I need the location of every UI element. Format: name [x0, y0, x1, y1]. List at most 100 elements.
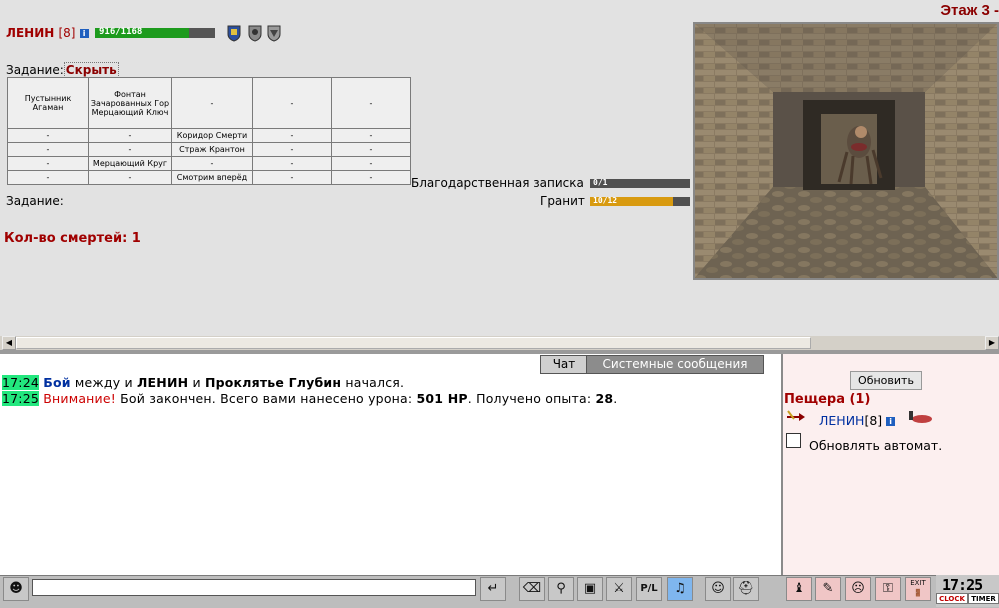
message-text: . Получено опыта: — [467, 391, 596, 406]
scroll-right-icon[interactable]: ▶ — [985, 336, 999, 350]
player-level: [8] — [58, 26, 76, 40]
table-cell: - — [331, 170, 411, 185]
table-cell: - — [331, 142, 411, 157]
clock-widget: 17:25 CLOCK TIMER — [936, 575, 999, 607]
table-cell: - — [7, 170, 89, 185]
resource-bar-granite: 10/12 — [590, 196, 690, 206]
message-text: начался. — [341, 375, 405, 390]
quest-label-secondary: Задание: — [6, 194, 64, 208]
dungeon-view[interactable] — [693, 22, 999, 280]
table-cell: Смотрим вперёд — [171, 170, 253, 185]
resource-value: 10/12 — [593, 196, 618, 205]
quest-table: Пустынник Агаман Фонтан Зачарованных Гор… — [7, 77, 411, 185]
table-cell: - — [331, 128, 411, 143]
auto-refresh-checkbox[interactable] — [786, 433, 801, 448]
fight-icon[interactable]: ⚔ — [606, 577, 632, 601]
scroll-thumb[interactable] — [16, 337, 811, 349]
chat-message: 17:24 Бой между и ЛЕНИН и Проклятье Глуб… — [2, 375, 404, 390]
injury-icon[interactable] — [907, 411, 933, 425]
refresh-button[interactable]: Обновить — [850, 371, 922, 390]
message-time[interactable]: 17:25 — [2, 391, 40, 406]
player-header: ЛЕНИН [8] i — [6, 26, 89, 40]
tab-system-messages[interactable]: Системные сообщения — [586, 355, 764, 374]
smiley-icon[interactable]: ☺ — [705, 577, 731, 601]
chat-message: 17:25 Внимание! Бой закончен. Всего вами… — [2, 391, 617, 406]
location-title: Пещера (1) — [784, 392, 871, 407]
message-time[interactable]: 17:24 — [2, 375, 40, 390]
table-row: - - Смотрим вперёд - - — [7, 170, 411, 185]
pl-icon[interactable]: P/L — [636, 577, 662, 601]
scroll-left-icon[interactable]: ◀ — [2, 336, 16, 350]
clan-shield-icon[interactable] — [266, 24, 282, 42]
message-player[interactable]: ЛЕНИН — [137, 375, 188, 390]
helmet-icon[interactable]: ⛑ — [733, 577, 759, 601]
save-icon[interactable]: ▣ — [577, 577, 603, 601]
bag-icon[interactable]: ♝ — [786, 577, 812, 601]
message-text: между и — [70, 375, 137, 390]
table-cell: - — [252, 156, 332, 171]
chat-input[interactable] — [32, 579, 476, 596]
table-row: - - Страж Крантон - - — [7, 142, 411, 157]
message-damage: 501 HP — [416, 391, 468, 406]
exit-icon[interactable]: EXIT 🚪 — [905, 577, 931, 601]
hp-text: 916/1168 — [99, 27, 143, 37]
message-battle-link[interactable]: Бой — [43, 375, 70, 390]
resource-name-thanks-note: Благодарственная записка — [411, 176, 584, 190]
guild-shield-icon[interactable] — [226, 24, 242, 42]
clock-time: 17:25 — [942, 576, 983, 594]
resource-bar-thanks-note: 0/1 — [590, 178, 690, 188]
message-monster: Проклятье Глубин — [204, 375, 342, 390]
info-icon[interactable]: i — [886, 417, 896, 426]
exit-label: EXIT — [910, 579, 926, 587]
filter-icon[interactable]: ⚲ — [548, 577, 574, 601]
timer-button[interactable]: TIMER — [968, 593, 999, 604]
table-cell: - — [7, 156, 89, 171]
table-cell: - — [88, 142, 172, 157]
table-cell: - — [331, 77, 411, 129]
table-cell: - — [252, 77, 332, 129]
table-row: - - Коридор Смерти - - — [7, 128, 411, 143]
location-player-entry: ЛЕНИН[8] i — [819, 413, 896, 428]
message-exp: 28 — [595, 391, 614, 406]
smile-speaker-icon[interactable]: ☻ — [3, 577, 29, 601]
eraser-icon[interactable]: ⌫ — [519, 577, 545, 601]
table-row: Пустынник Агаман Фонтан Зачарованных Гор… — [7, 77, 411, 129]
table-cell: - — [331, 156, 411, 171]
enter-icon[interactable]: ↵ — [480, 577, 506, 601]
table-cell: - — [7, 142, 89, 157]
message-text: . — [613, 391, 618, 406]
scroll-icon[interactable]: ✎ — [815, 577, 841, 601]
quest-hide-link[interactable]: Скрыть — [63, 62, 119, 78]
resource-value: 0/1 — [593, 178, 608, 187]
message-warning: Внимание! — [43, 391, 116, 406]
horizontal-scrollbar[interactable]: ◀ ▶ — [0, 336, 999, 350]
mask-icon[interactable]: ☹ — [845, 577, 871, 601]
table-cell: Пустынник Агаман — [7, 77, 89, 129]
table-cell: Мерцающий Круг — [88, 156, 172, 171]
auto-refresh-label: Обновлять автомат. — [809, 438, 943, 453]
location-player-level: [8] — [864, 413, 883, 428]
clock-button[interactable]: CLOCK — [936, 593, 968, 604]
table-cell: - — [252, 142, 332, 157]
table-row: - Мерцающий Круг - - - — [7, 156, 411, 171]
table-cell: Страж Крантон — [171, 142, 253, 157]
music-icon[interactable]: ♫ — [667, 577, 693, 601]
table-cell: - — [88, 170, 172, 185]
death-count: Кол-во смертей: 1 — [4, 231, 141, 246]
tab-chat[interactable]: Чат — [540, 355, 588, 374]
alignment-shield-icon[interactable] — [247, 24, 263, 42]
info-icon[interactable]: i — [79, 29, 89, 38]
location-player-name[interactable]: ЛЕНИН — [819, 413, 864, 428]
message-text: Бой закончен. Всего вами нанесено урона: — [115, 391, 417, 406]
table-cell: - — [171, 77, 253, 129]
table-cell: - — [171, 156, 253, 171]
player-name[interactable]: ЛЕНИН — [6, 26, 54, 40]
quest-label: Задание: — [6, 63, 64, 77]
lock-icon[interactable]: ⚿ — [875, 577, 901, 601]
hp-bar: 916/1168 — [95, 27, 215, 38]
sword-arrow-icon[interactable] — [785, 409, 807, 425]
table-cell: - — [7, 128, 89, 143]
message-text: и — [188, 375, 205, 390]
table-cell: Коридор Смерти — [171, 128, 253, 143]
resource-name-granite: Гранит — [540, 194, 585, 208]
